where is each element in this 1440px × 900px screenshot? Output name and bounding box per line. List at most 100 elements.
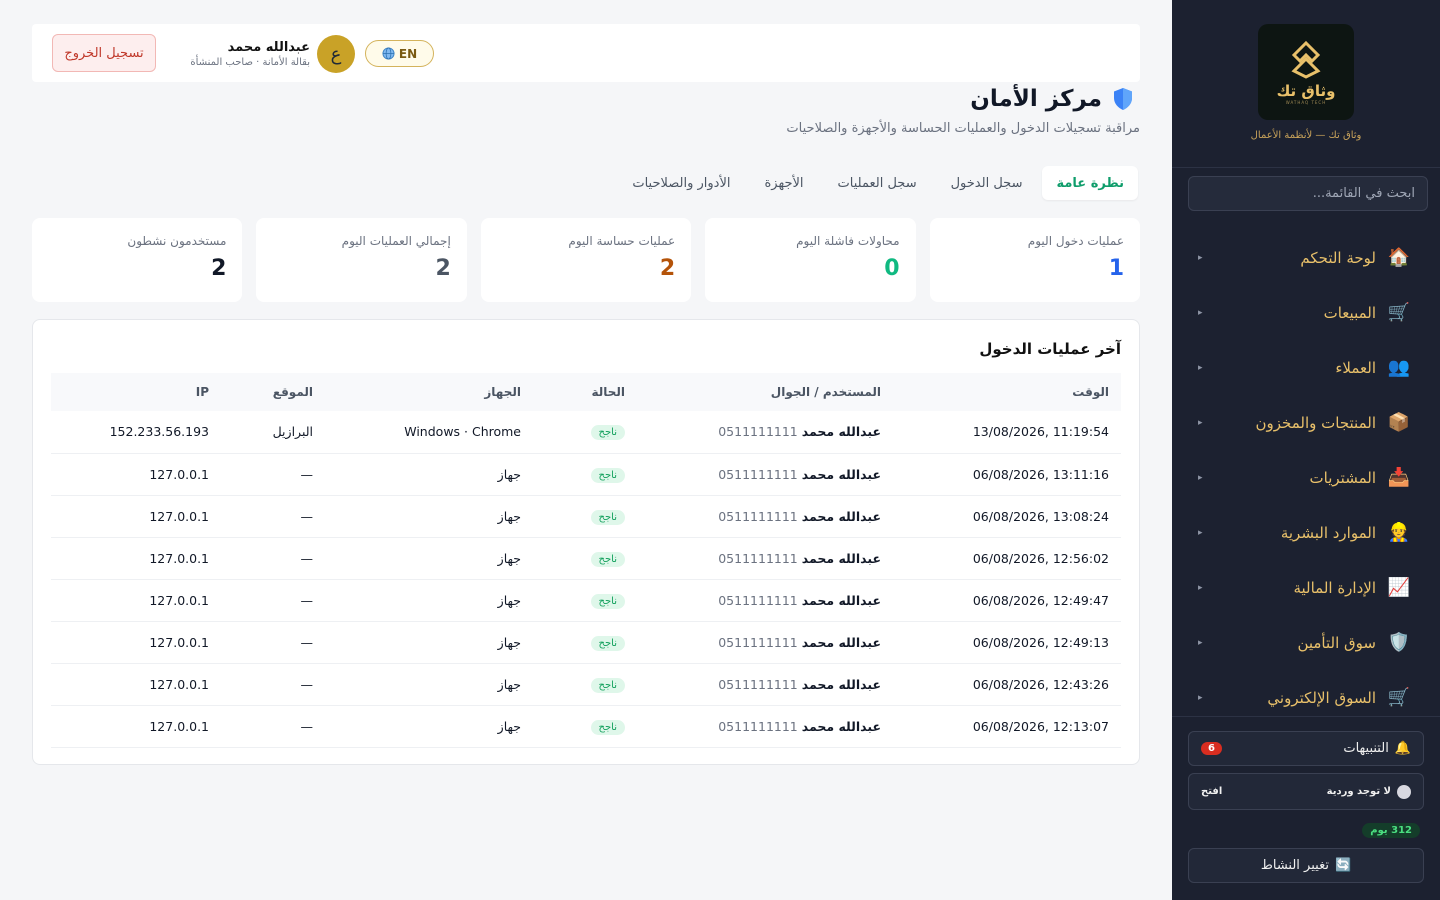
user-name-cell: عبدالله محمد xyxy=(801,466,881,482)
status-cell: ناجح xyxy=(533,411,637,454)
sidebar-item[interactable]: 🏠 لوحة التحكم ▸ xyxy=(1172,230,1440,285)
table-row[interactable]: 06/08/2026, 12:13:07 عبدالله محمد05111111… xyxy=(51,705,1121,748)
sidebar-item-main: 📈 الإدارة المالية xyxy=(1293,577,1410,599)
sidebar-footer: 🔔 التنبيهات 6 لا توجد وردية افتح 312 يوم… xyxy=(1172,716,1440,900)
sidebar-item[interactable]: 🛒 السوق الإلكتروني ▸ xyxy=(1172,670,1440,716)
expand-arrow-icon[interactable]: ▸ xyxy=(1198,363,1203,373)
language-toggle[interactable]: EN xyxy=(365,40,434,67)
days-remaining-badge: 312 يوم xyxy=(1362,823,1420,838)
expand-arrow-icon[interactable]: ▸ xyxy=(1198,693,1203,703)
sidebar-item-label: لوحة التحكم xyxy=(1300,248,1376,267)
ip-cell: 152.233.56.193 xyxy=(51,411,221,454)
stat-card: محاولات فاشلة اليوم 0 xyxy=(705,218,916,302)
chart-icon: 📈 xyxy=(1387,576,1410,598)
stat-value: 2 xyxy=(435,256,451,281)
tab-item[interactable]: الأدوار والصلاحيات xyxy=(618,166,744,200)
status-badge: ناجح xyxy=(590,509,625,525)
page-subtitle: مراقبة تسجيلات الدخول والعمليات الحساسة … xyxy=(786,121,1140,136)
tab-item[interactable]: الأجهزة xyxy=(751,166,818,200)
sidebar-item-main: 👥 العملاء xyxy=(1335,357,1410,379)
user-name-cell: عبدالله محمد xyxy=(801,550,881,566)
user-phone-cell: 0511111111 xyxy=(718,592,798,608)
user-cell: عبدالله محمد0511111111 xyxy=(637,705,893,748)
switch-activity-button[interactable]: 🔄 تغيير النشاط xyxy=(1188,848,1424,883)
alerts-count-badge: 6 xyxy=(1201,742,1222,755)
expand-arrow-icon[interactable]: ▸ xyxy=(1198,583,1203,593)
time-cell: 06/08/2026, 12:56:02 xyxy=(893,537,1121,580)
ip-cell: 127.0.0.1 xyxy=(51,495,221,538)
location-cell: — xyxy=(221,663,325,706)
expand-arrow-icon[interactable]: ▸ xyxy=(1198,473,1203,483)
avatar[interactable]: ع xyxy=(317,35,355,73)
user-name-cell: عبدالله محمد xyxy=(801,718,881,734)
stat-value: 1 xyxy=(1108,256,1124,281)
user-phone-cell: 0511111111 xyxy=(718,634,798,650)
user-phone-cell: 0511111111 xyxy=(718,718,798,734)
home-icon: 🏠 xyxy=(1387,246,1410,268)
tab-item[interactable]: سجل الدخول xyxy=(937,166,1037,200)
table-row[interactable]: 06/08/2026, 13:11:16 عبدالله محمد05111111… xyxy=(51,453,1121,496)
status-badge: ناجح xyxy=(590,551,625,567)
sidebar-item[interactable]: 📥 المشتريات ▸ xyxy=(1172,450,1440,505)
column-header: الجهاز xyxy=(325,373,533,411)
sidebar-item[interactable]: 👥 العملاء ▸ xyxy=(1172,340,1440,395)
table-row[interactable]: 06/08/2026, 12:49:47 عبدالله محمد05111111… xyxy=(51,579,1121,622)
device-cell: جهاز xyxy=(325,537,533,580)
table-row[interactable]: 06/08/2026, 12:56:02 عبدالله محمد05111111… xyxy=(51,537,1121,580)
table-row[interactable]: 06/08/2026, 12:49:13 عبدالله محمد05111111… xyxy=(51,621,1121,664)
expand-arrow-icon[interactable]: ▸ xyxy=(1198,528,1203,538)
time-cell: 06/08/2026, 12:13:07 xyxy=(893,705,1121,748)
sidebar-item-main: 📥 المشتريات xyxy=(1310,467,1410,489)
device-cell: جهاز xyxy=(325,579,533,622)
location-cell: — xyxy=(221,621,325,664)
table-row[interactable]: 06/08/2026, 12:43:26 عبدالله محمد05111111… xyxy=(51,663,1121,706)
tab-item[interactable]: نظرة عامة xyxy=(1042,166,1138,200)
open-shift-button[interactable]: افتح xyxy=(1201,786,1222,797)
table-row[interactable]: 06/08/2026, 13:08:24 عبدالله محمد05111111… xyxy=(51,495,1121,538)
stat-card: مستخدمون نشطون 2 xyxy=(31,218,243,302)
user-phone-cell: 0511111111 xyxy=(718,424,798,440)
stat-label: مستخدمون نشطون xyxy=(127,234,227,248)
expand-arrow-icon[interactable]: ▸ xyxy=(1198,418,1203,428)
sidebar-item-main: 🛒 السوق الإلكتروني xyxy=(1267,687,1410,709)
language-label: EN xyxy=(398,46,418,61)
status-cell: ناجح xyxy=(533,495,637,538)
recent-logins-title: آخر عمليات الدخول xyxy=(979,340,1121,358)
status-badge: ناجح xyxy=(590,677,625,693)
location-cell: — xyxy=(221,537,325,580)
table-row[interactable]: 13/08/2026, 11:19:54 عبدالله محمد05111111… xyxy=(51,411,1121,454)
expand-arrow-icon[interactable]: ▸ xyxy=(1198,253,1203,263)
security-tabs: نظرة عامة سجل الدخول سجل العمليات الأجهزة ال… xyxy=(618,166,1138,200)
sidebar-item-main: 🏠 لوحة التحكم xyxy=(1300,247,1410,269)
sidebar-item-label: الموارد البشرية xyxy=(1280,523,1376,542)
tab-item[interactable]: سجل العمليات xyxy=(824,166,931,200)
sidebar-item[interactable]: 👷 الموارد البشرية ▸ xyxy=(1172,505,1440,560)
status-cell: ناجح xyxy=(533,621,637,664)
sidebar-item[interactable]: 🛡️ سوق التأمين ▸ xyxy=(1172,615,1440,670)
status-cell: ناجح xyxy=(533,579,637,622)
sidebar-search-input[interactable]: ابحث في القائمة... xyxy=(1188,176,1428,211)
sidebar-item-label: الإدارة المالية xyxy=(1293,578,1376,597)
recent-logins-card: آخر عمليات الدخول الوقت المستخدم / الجوال… xyxy=(32,319,1140,765)
sidebar-item-main: 🛒 المبيعات xyxy=(1324,302,1410,324)
ip-cell: 127.0.0.1 xyxy=(51,705,221,748)
logo[interactable]: وثاق تك WATHAQ TECH xyxy=(1258,24,1354,120)
device-cell: جهاز xyxy=(325,453,533,496)
user-cell: عبدالله محمد0511111111 xyxy=(637,537,893,580)
status-badge: ناجح xyxy=(590,635,625,651)
user-name-cell: عبدالله محمد xyxy=(801,676,881,692)
status-cell: ناجح xyxy=(533,663,637,706)
expand-arrow-icon[interactable]: ▸ xyxy=(1198,308,1203,318)
logout-button[interactable]: تسجيل الخروج xyxy=(52,34,156,72)
sidebar-item-main: 👷 الموارد البشرية xyxy=(1281,522,1410,544)
sidebar-item[interactable]: 📈 الإدارة المالية ▸ xyxy=(1172,560,1440,615)
expand-arrow-icon[interactable]: ▸ xyxy=(1198,638,1203,648)
alerts-button[interactable]: 🔔 التنبيهات 6 xyxy=(1188,731,1424,766)
stat-label: محاولات فاشلة اليوم xyxy=(796,234,900,248)
column-header: الحالة xyxy=(533,373,637,411)
location-cell: — xyxy=(221,705,325,748)
column-header: الوقت xyxy=(893,373,1121,411)
stat-value: 0 xyxy=(884,256,900,281)
sidebar-item[interactable]: 📦 المنتجات والمخزون ▸ xyxy=(1172,395,1440,450)
sidebar-item[interactable]: 🛒 المبيعات ▸ xyxy=(1172,285,1440,340)
